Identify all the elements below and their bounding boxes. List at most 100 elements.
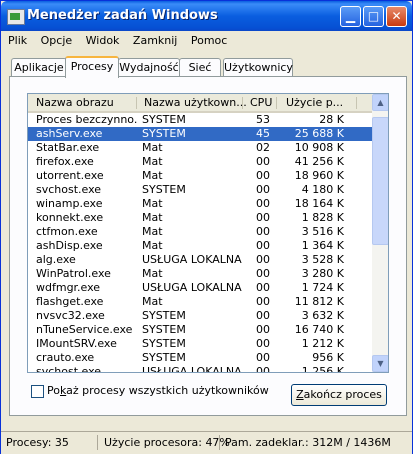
cell-memory: 10 908 K — [294, 141, 344, 154]
show-all-users-label[interactable]: Pokaż procesy wszystkich użytkowników — [47, 384, 269, 397]
cell-memory: 11 812 K — [294, 295, 344, 308]
table-row[interactable]: wdfmgr.exe USŁUGA LOKALNA 00 1 724 K — [28, 281, 372, 295]
cell-image-name: winamp.exe — [36, 197, 103, 210]
process-rows: Proces bezczynno... SYSTEM 53 28 KashServ.e… — [28, 113, 372, 373]
cell-user-name: Mat — [142, 141, 163, 154]
column-headers: Nazwa obrazu Nazwa użytkown... CPU Użyci… — [28, 94, 372, 113]
table-row[interactable]: utorrent.exe Mat 00 18 960 K — [28, 169, 372, 183]
cell-cpu: 45 — [256, 127, 270, 140]
cell-memory: 28 K — [319, 113, 344, 126]
cell-cpu: 00 — [256, 295, 270, 308]
close-icon: ✕ — [391, 9, 402, 23]
cell-cpu: 00 — [256, 337, 270, 350]
scroll-up-icon[interactable]: ▲ — [372, 94, 388, 111]
cell-user-name: Mat — [142, 169, 163, 182]
cell-memory: 3 280 K — [301, 267, 344, 280]
cell-cpu: 00 — [256, 281, 270, 294]
cell-image-name: svchost.exe — [36, 183, 102, 196]
cell-cpu: 00 — [256, 323, 270, 336]
column-header-memory[interactable]: Użycie p... — [286, 96, 343, 109]
maximize-button[interactable]: □ — [363, 6, 384, 27]
tab-network[interactable]: Sieć — [179, 58, 221, 76]
tab-applications[interactable]: Aplikacje — [11, 58, 67, 76]
cell-cpu: 00 — [256, 183, 270, 196]
cell-image-name: Proces bezczynno... — [36, 113, 138, 126]
process-list[interactable]: Nazwa obrazu Nazwa użytkown... CPU Użyci… — [27, 93, 389, 373]
cell-cpu: 00 — [256, 365, 270, 373]
table-row[interactable]: WinPatrol.exe Mat 00 3 280 K — [28, 267, 372, 281]
cell-image-name: utorrent.exe — [36, 169, 104, 182]
cell-user-name: USŁUGA LOKALNA — [142, 253, 242, 266]
table-row[interactable]: flashget.exe Mat 00 11 812 K — [28, 295, 372, 309]
cell-memory: 956 K — [312, 351, 344, 364]
cell-cpu: 00 — [256, 351, 270, 364]
table-row[interactable]: alg.exe USŁUGA LOKALNA 00 3 528 K — [28, 253, 372, 267]
tab-performance[interactable]: Wydajność — [118, 58, 180, 76]
cell-user-name: SYSTEM — [142, 113, 186, 126]
cell-image-name: ctfmon.exe — [36, 225, 98, 238]
end-process-button[interactable]: Zakończ proces — [291, 384, 387, 406]
cell-memory: 18 164 K — [294, 197, 344, 210]
maximize-icon: □ — [367, 9, 380, 23]
cell-user-name: Mat — [142, 267, 163, 280]
title-bar[interactable]: Menedżer zadań Windows ▁ □ ✕ — [1, 1, 412, 31]
cell-image-name: nTuneService.exe — [36, 323, 133, 336]
menu-options[interactable]: Opcje — [36, 32, 78, 49]
menu-view[interactable]: Widok — [81, 32, 125, 49]
table-row[interactable]: svchost.exe SYSTEM 00 4 180 K — [28, 183, 372, 197]
table-row[interactable]: ashDisp.exe Mat 00 1 364 K — [28, 239, 372, 253]
close-button[interactable]: ✕ — [386, 6, 407, 27]
cell-cpu: 00 — [256, 169, 270, 182]
column-header-image-name[interactable]: Nazwa obrazu — [36, 96, 114, 109]
cell-cpu: 00 — [256, 225, 270, 238]
cell-cpu: 00 — [256, 197, 270, 210]
table-row[interactable]: IMountSRV.exe SYSTEM 00 1 212 K — [28, 337, 372, 351]
cell-image-name: konnekt.exe — [36, 211, 104, 224]
show-all-users-checkbox[interactable] — [31, 385, 44, 398]
table-row[interactable]: nTuneService.exe SYSTEM 00 16 740 K — [28, 323, 372, 337]
cell-memory: 1 256 K — [301, 365, 344, 373]
cell-cpu: 53 — [256, 113, 270, 126]
cell-user-name: Mat — [142, 197, 163, 210]
cell-user-name: USŁUGA LOKALNA — [142, 281, 242, 294]
cell-user-name: SYSTEM — [142, 323, 186, 336]
table-row[interactable]: konnekt.exe Mat 00 1 828 K — [28, 211, 372, 225]
table-row[interactable]: firefox.exe Mat 00 41 256 K — [28, 155, 372, 169]
table-row[interactable]: ashServ.exe SYSTEM 45 25 688 K — [28, 127, 372, 141]
table-row[interactable]: Proces bezczynno... SYSTEM 53 28 K — [28, 113, 372, 127]
vertical-scrollbar[interactable]: ▲ ▼ — [372, 94, 388, 372]
scroll-down-icon[interactable]: ▼ — [372, 355, 388, 372]
cell-image-name: firefox.exe — [36, 155, 94, 168]
task-manager-window: Menedżer zadań Windows ▁ □ ✕ Plik Opcje … — [0, 0, 413, 454]
column-header-user-name[interactable]: Nazwa użytkown... — [144, 96, 247, 109]
app-icon — [7, 9, 25, 25]
tab-processes[interactable]: Procesy — [65, 56, 119, 78]
cell-image-name: crauto.exe — [36, 351, 95, 364]
table-row[interactable]: winamp.exe Mat 00 18 164 K — [28, 197, 372, 211]
scroll-thumb[interactable] — [372, 116, 388, 245]
column-header-cpu[interactable]: CPU — [250, 96, 272, 109]
table-row[interactable]: StatBar.exe Mat 02 10 908 K — [28, 141, 372, 155]
cell-memory: 16 740 K — [294, 323, 344, 336]
table-row[interactable]: ctfmon.exe Mat 00 3 516 K — [28, 225, 372, 239]
cell-image-name: wdfmgr.exe — [36, 281, 101, 294]
cell-user-name: Mat — [142, 211, 163, 224]
minimize-icon: ▁ — [345, 9, 356, 23]
table-row[interactable]: crauto.exe SYSTEM 00 956 K — [28, 351, 372, 365]
cell-user-name: SYSTEM — [142, 351, 186, 364]
cell-memory: 1 828 K — [301, 211, 344, 224]
table-row[interactable]: svchost.exe USŁUGA LOKALNA 00 1 256 K — [28, 365, 372, 373]
cell-cpu: 00 — [256, 155, 270, 168]
cell-user-name: SYSTEM — [142, 183, 186, 196]
cell-user-name: USŁUGA LOKALNA — [142, 365, 242, 373]
tab-users[interactable]: Użytkownicy — [223, 58, 293, 76]
cell-cpu: 00 — [256, 253, 270, 266]
menu-shutdown[interactable]: Zamknij — [128, 32, 182, 49]
minimize-button[interactable]: ▁ — [340, 6, 361, 27]
table-row[interactable]: nvsvc32.exe SYSTEM 00 3 632 K — [28, 309, 372, 323]
cell-memory: 1 364 K — [301, 239, 344, 252]
menu-file[interactable]: Plik — [3, 32, 32, 49]
cell-user-name: Mat — [142, 295, 163, 308]
menu-help[interactable]: Pomoc — [186, 32, 232, 49]
cell-image-name: flashget.exe — [36, 295, 104, 308]
